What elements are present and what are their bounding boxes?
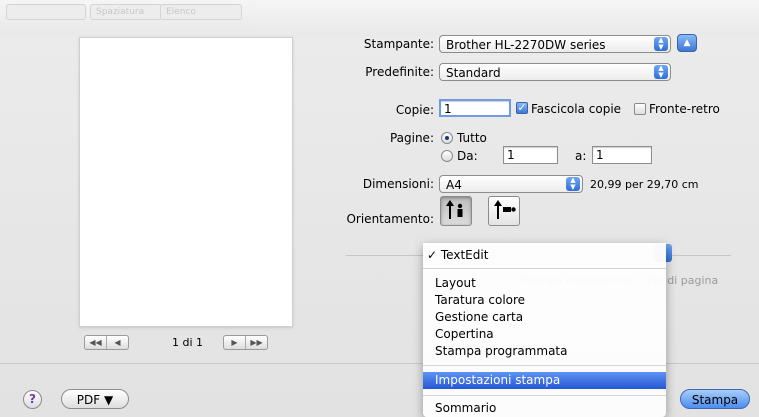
faded-toolbar: Spaziatura Elenco [0, 0, 759, 36]
next-page-icon[interactable]: ▶ [224, 336, 245, 349]
duplex-label: Fronte-retro [649, 102, 720, 116]
menu-item-layout[interactable]: Layout [423, 275, 666, 292]
pages-label: Pagine: [389, 131, 434, 145]
pages-to-label: a: [575, 149, 587, 163]
toolbar-ghost-list: Elenco [160, 4, 242, 20]
chevron-updown-icon: ▲ ▼ [654, 37, 668, 51]
pages-all-radio[interactable] [441, 132, 453, 144]
presets-value: Standard [446, 66, 501, 80]
checkmark-icon: ✓ [427, 248, 438, 262]
presets-label: Predefinite: [365, 65, 434, 79]
pages-range-radio[interactable] [441, 150, 453, 162]
menu-item-textedit[interactable]: ✓ TextEdit [423, 247, 666, 264]
pages-all-label: Tutto [457, 131, 487, 145]
orientation-portrait-button[interactable] [440, 196, 472, 226]
collate-label: Fascicola copie [531, 102, 622, 116]
page-indicator: 1 di 1 [172, 336, 204, 349]
portrait-icon [446, 200, 463, 219]
presets-select[interactable]: Standard ▲ ▼ [439, 63, 671, 81]
landscape-icon [494, 200, 516, 219]
duplex-checkbox[interactable] [634, 103, 646, 115]
first-page-icon[interactable]: ◀◀ [85, 336, 106, 349]
pdf-button[interactable]: PDF ▼ [61, 389, 129, 409]
copies-input[interactable]: 1 [439, 99, 511, 117]
pages-from-input[interactable]: 1 [503, 146, 558, 164]
printer-label: Stampante: [363, 37, 434, 51]
menu-item-paper-handling[interactable]: Gestione carta [423, 309, 666, 326]
help-button[interactable]: ? [23, 390, 42, 409]
pager-back-group[interactable]: ◀◀ ◀ [84, 334, 129, 350]
toolbar-ghost-spacing: Spaziatura [90, 4, 162, 20]
paper-size-value: A4 [446, 178, 462, 192]
panel-menu: ✓ TextEdit Layout Taratura colore Gestio… [423, 243, 666, 417]
orientation-landscape-button[interactable] [488, 196, 520, 226]
collapse-details-button[interactable]: ▲ [677, 34, 697, 52]
copies-label: Copie: [395, 103, 434, 117]
menu-item-textedit-label: TextEdit [440, 248, 489, 262]
pager-back: ◀◀ ◀ [84, 334, 129, 350]
last-page-icon[interactable]: ▶▶ [245, 335, 267, 349]
menu-separator [423, 365, 666, 366]
pages-to-input[interactable]: 1 [592, 146, 652, 164]
menu-item-scheduler[interactable]: Stampa programmata [423, 343, 666, 360]
paper-dimensions: 20,99 per 29,70 cm [590, 178, 699, 191]
triangle-up-icon: ▲ [683, 38, 691, 48]
pager-forward-group[interactable]: ▶ ▶▶ [223, 334, 268, 350]
menu-item-summary[interactable]: Sommario [423, 400, 666, 417]
print-button[interactable]: Stampa [680, 389, 750, 409]
paper-size-label: Dimensioni: [362, 177, 434, 191]
print-dialog: Spaziatura Elenco ◀◀ ◀ 1 di 1 ▶ ▶▶ Stamp… [0, 0, 759, 417]
pages-from-label: Da: [457, 149, 478, 163]
paper-size-select[interactable]: A4 ▲ ▼ [439, 175, 583, 193]
chevron-updown-icon: ▲ ▼ [566, 177, 580, 191]
menu-item-color-matching[interactable]: Taratura colore [423, 292, 666, 309]
toolbar-ghost-buttons [6, 4, 86, 20]
chevron-updown-icon: ▲ ▼ [654, 65, 668, 79]
page-preview [79, 37, 293, 327]
pager-forward: ▶ ▶▶ [223, 334, 268, 350]
printer-select[interactable]: Brother HL-2270DW series ▲ ▼ [439, 35, 671, 53]
menu-separator [423, 395, 666, 396]
menu-item-print-settings[interactable]: Impostazioni stampa [423, 372, 666, 389]
menu-separator [423, 268, 666, 269]
orientation-label: Orientamento: [346, 212, 434, 226]
menu-item-cover-page[interactable]: Copertina [423, 326, 666, 343]
collate-checkbox[interactable]: ✓ [516, 102, 528, 114]
printer-value: Brother HL-2270DW series [446, 38, 606, 52]
prev-page-icon[interactable]: ◀ [106, 335, 128, 349]
